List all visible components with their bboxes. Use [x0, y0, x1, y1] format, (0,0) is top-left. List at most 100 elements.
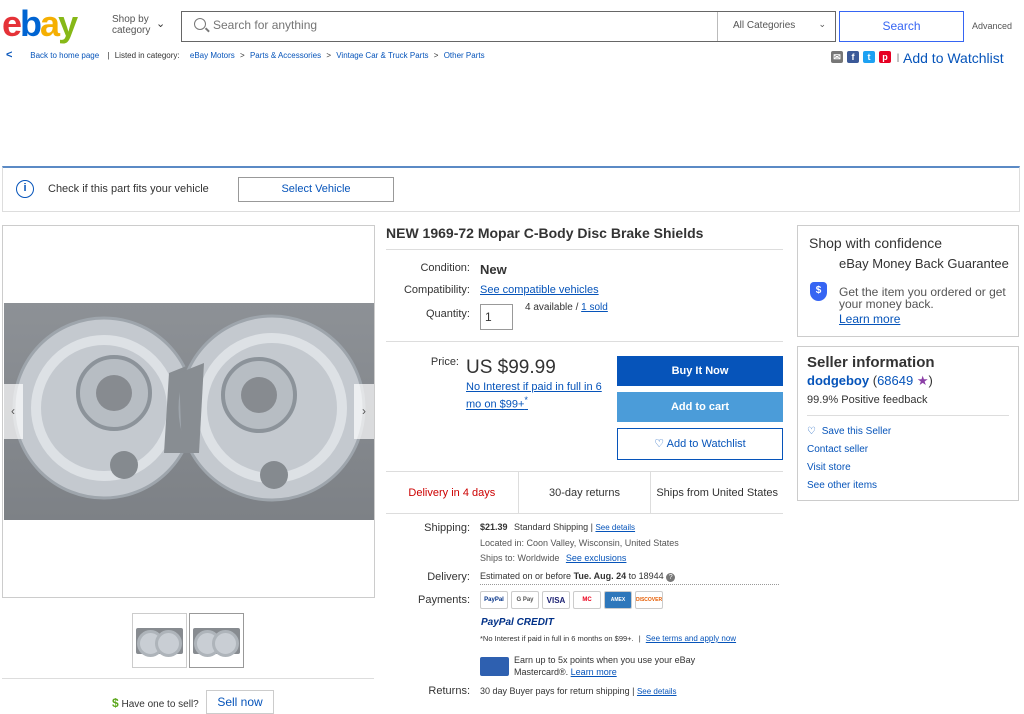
have-one-to-sell: $ Have one to sell? [112, 696, 199, 710]
seller-information-panel: Seller information dodgeboy (68649 ★) 99… [797, 346, 1019, 501]
breadcrumb-item-ebay-motors[interactable]: eBay Motors [190, 51, 235, 60]
share-icons: ✉ f t p | [831, 51, 901, 63]
no-interest-link[interactable]: No Interest if paid in full in 6 mo on $… [466, 381, 606, 412]
quantity-available: 4 available / 1 sold [525, 302, 608, 313]
see-exclusions-link[interactable]: See exclusions [566, 553, 627, 563]
divider [386, 249, 783, 250]
confidence-learn-more-link[interactable]: Learn more [839, 312, 900, 326]
search-icon [194, 18, 206, 30]
facebook-icon[interactable]: f [847, 51, 859, 63]
divider [807, 415, 1009, 416]
next-image-arrow-icon[interactable]: › [354, 384, 374, 439]
main-image-container: ‹ › [2, 225, 375, 598]
visit-store-link[interactable]: Visit store [807, 462, 851, 473]
star-icon: ★ [916, 373, 929, 388]
help-icon[interactable]: ? [666, 573, 676, 582]
returns-see-details-link[interactable]: See details [637, 687, 677, 696]
confidence-title: Shop with confidence [809, 235, 943, 251]
delivery-summary: Delivery in 4 days 30-day returns Ships … [386, 471, 783, 514]
category-select-value: All Categories [733, 20, 796, 31]
back-to-home-link[interactable]: Back to home page [30, 51, 99, 60]
product-photo[interactable] [4, 303, 374, 520]
learn-more-link[interactable]: Learn more [571, 667, 617, 677]
vehicle-fit-bar: i Check if this part fits your vehicle S… [2, 166, 1020, 212]
listed-in-label: Listed in category: [114, 51, 180, 60]
category-select[interactable]: All Categories ⌄ [717, 12, 836, 41]
seller-name-link[interactable]: dodgeboy [807, 373, 869, 388]
price-label: Price: [430, 356, 459, 368]
thumbnail[interactable] [132, 613, 187, 668]
previous-image-arrow-icon[interactable]: ‹ [3, 384, 23, 439]
see-details-link[interactable]: See details [595, 523, 635, 532]
add-to-watchlist-button[interactable]: ♡ Add to Watchlist [617, 428, 783, 460]
quantity-input[interactable]: 1 [480, 304, 513, 330]
sold-link[interactable]: 1 sold [581, 302, 608, 313]
payment-methods: PayPal G Pay VISA MC AMEX DISCOVER [480, 591, 663, 609]
thumbnail-strip [132, 613, 244, 668]
logo-letter-b: b [20, 3, 42, 44]
email-icon[interactable]: ✉ [831, 51, 843, 63]
no-interest-text: No Interest if paid in full in 6 mo on $… [466, 381, 602, 411]
have-one-label: Have one to sell? [121, 699, 199, 710]
info-icon: i [16, 180, 34, 198]
logo-letter-y: y [58, 3, 78, 44]
breadcrumb-separator: > [326, 51, 331, 60]
price-value: US $99.99 [466, 357, 556, 378]
discover-icon: DISCOVER [635, 591, 663, 609]
chevron-down-icon: ⌄ [818, 19, 826, 29]
divider [2, 678, 374, 679]
thumbnail[interactable] [189, 613, 244, 668]
shop-by-category[interactable]: Shop by category [112, 14, 150, 36]
delivery-zip[interactable]: to 18944 [629, 571, 664, 581]
see-terms-link[interactable]: See terms and apply now [646, 634, 736, 643]
contact-seller-link[interactable]: Contact seller [807, 444, 868, 455]
pinterest-icon[interactable]: p [879, 51, 891, 63]
advanced-search-link[interactable]: Advanced [972, 21, 1012, 31]
condition-label: Condition: [420, 262, 470, 274]
breadcrumb-item-other-parts[interactable]: Other Parts [444, 51, 485, 60]
logo-letter-a: a [40, 3, 60, 44]
delivery-pre: Estimated on or before [480, 571, 572, 581]
returns-label: Returns: [428, 685, 470, 697]
credit-note-line: *No Interest if paid in full in 6 months… [480, 634, 737, 643]
shipping-type: Standard Shipping | [514, 522, 593, 532]
add-to-watchlist-link[interactable]: Add to Watchlist [903, 50, 1004, 66]
dollar-icon: $ [112, 696, 119, 710]
heart-icon: ♡ [807, 426, 816, 437]
compatibility-label: Compatibility: [403, 284, 470, 296]
add-to-cart-button[interactable]: Add to cart [617, 392, 783, 422]
select-vehicle-button[interactable]: Select Vehicle [238, 177, 394, 202]
ships-from: Ships from United States [656, 487, 779, 499]
paypal-icon: PayPal [480, 591, 508, 609]
see-compatible-vehicles-link[interactable]: See compatible vehicles [480, 284, 599, 296]
back-arrow-icon[interactable]: < [6, 49, 22, 65]
see-other-items-link[interactable]: See other items [807, 480, 877, 491]
returns-line: 30 day Buyer pays for return shipping | … [480, 686, 677, 696]
seller-feedback: 99.9% Positive feedback [807, 394, 928, 406]
breadcrumb: < Back to home page | Listed in category… [6, 49, 488, 65]
breadcrumb-item-parts-accessories[interactable]: Parts & Accessories [250, 51, 321, 60]
category-label: category [112, 25, 151, 36]
ebay-logo[interactable]: ebay [2, 3, 78, 44]
quantity-label: Quantity: [425, 308, 470, 320]
shop-by-label: Shop by [112, 14, 149, 25]
located-in: Located in: Coon Valley, Wisconsin, Unit… [480, 538, 679, 548]
divider [386, 341, 783, 342]
returns-text: 30 day Buyer pays for return shipping | [480, 686, 635, 696]
ebay-mastercard-icon [480, 657, 509, 676]
buy-it-now-button[interactable]: Buy It Now [617, 356, 783, 386]
breadcrumb-separator: > [240, 51, 245, 60]
sell-now-button[interactable]: Sell now [206, 690, 274, 714]
twitter-icon[interactable]: t [863, 51, 875, 63]
save-seller-link: Save this Seller [821, 426, 892, 437]
search-button[interactable]: Search [839, 11, 964, 42]
delivery-label: Delivery: [427, 571, 470, 583]
search-input[interactable] [213, 18, 713, 32]
shipping-line: $21.39 Standard Shipping | See details [480, 522, 635, 532]
breadcrumb-item-vintage-parts[interactable]: Vintage Car & Truck Parts [336, 51, 428, 60]
chevron-down-icon[interactable]: ⌄ [156, 17, 165, 30]
delivery-days: Delivery in 4 days [386, 472, 519, 513]
seller-score-link[interactable]: 68649 [877, 373, 913, 388]
save-seller-row[interactable]: ♡ Save this Seller [807, 426, 891, 437]
item-title: NEW 1969-72 Mopar C-Body Disc Brake Shie… [386, 225, 704, 241]
